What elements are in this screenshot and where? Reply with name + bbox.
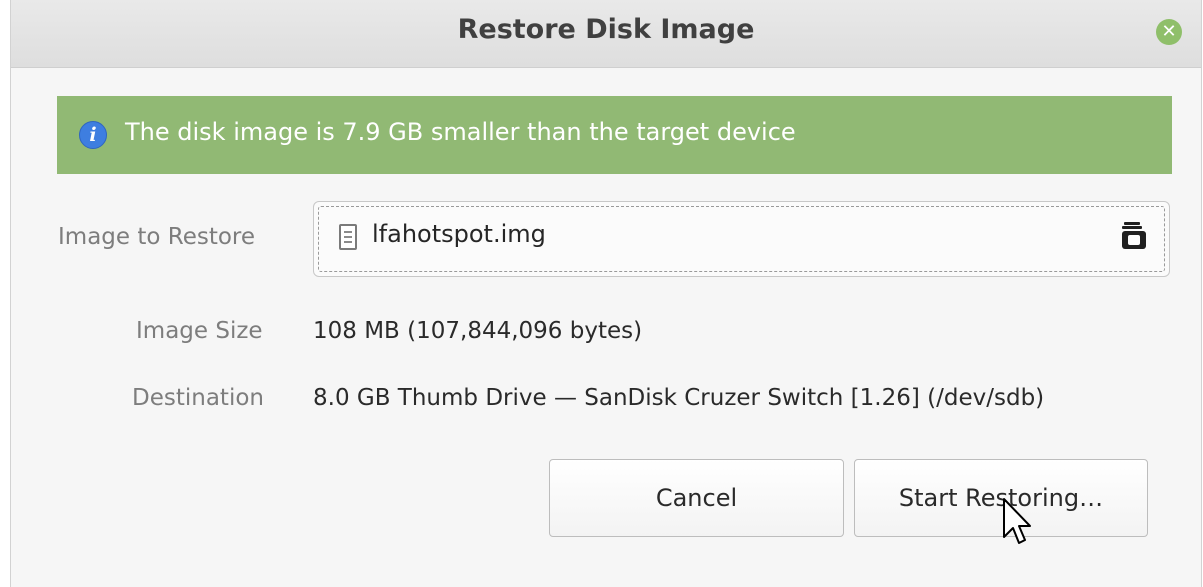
document-icon	[339, 224, 357, 250]
window-title: Restore Disk Image	[457, 14, 755, 45]
title-bar[interactable]: Restore Disk Image ✕	[11, 0, 1201, 68]
image-file-chooser[interactable]: lfahotspot.img	[313, 201, 1170, 277]
start-restoring-button[interactable]: Start Restoring…	[854, 459, 1148, 537]
close-button[interactable]: ✕	[1156, 19, 1182, 45]
info-message: The disk image is 7.9 GB smaller than th…	[125, 118, 796, 146]
image-size-value: 108 MB (107,844,096 bytes)	[313, 318, 643, 344]
selected-file-name: lfahotspot.img	[372, 220, 546, 248]
info-icon: i	[79, 121, 107, 149]
open-folder-icon	[1122, 222, 1146, 249]
mouse-pointer-icon	[1003, 498, 1031, 544]
image-size-label: Image Size	[136, 318, 263, 344]
image-to-restore-label: Image to Restore	[58, 224, 256, 250]
destination-label: Destination	[132, 385, 264, 411]
close-icon: ✕	[1161, 21, 1177, 42]
cancel-button[interactable]: Cancel	[549, 459, 844, 537]
destination-value: 8.0 GB Thumb Drive — SanDisk Cruzer Swit…	[313, 385, 1045, 411]
restore-dialog: Restore Disk Image ✕ i The disk image is…	[10, 0, 1202, 587]
info-bar: i The disk image is 7.9 GB smaller than …	[57, 96, 1172, 174]
